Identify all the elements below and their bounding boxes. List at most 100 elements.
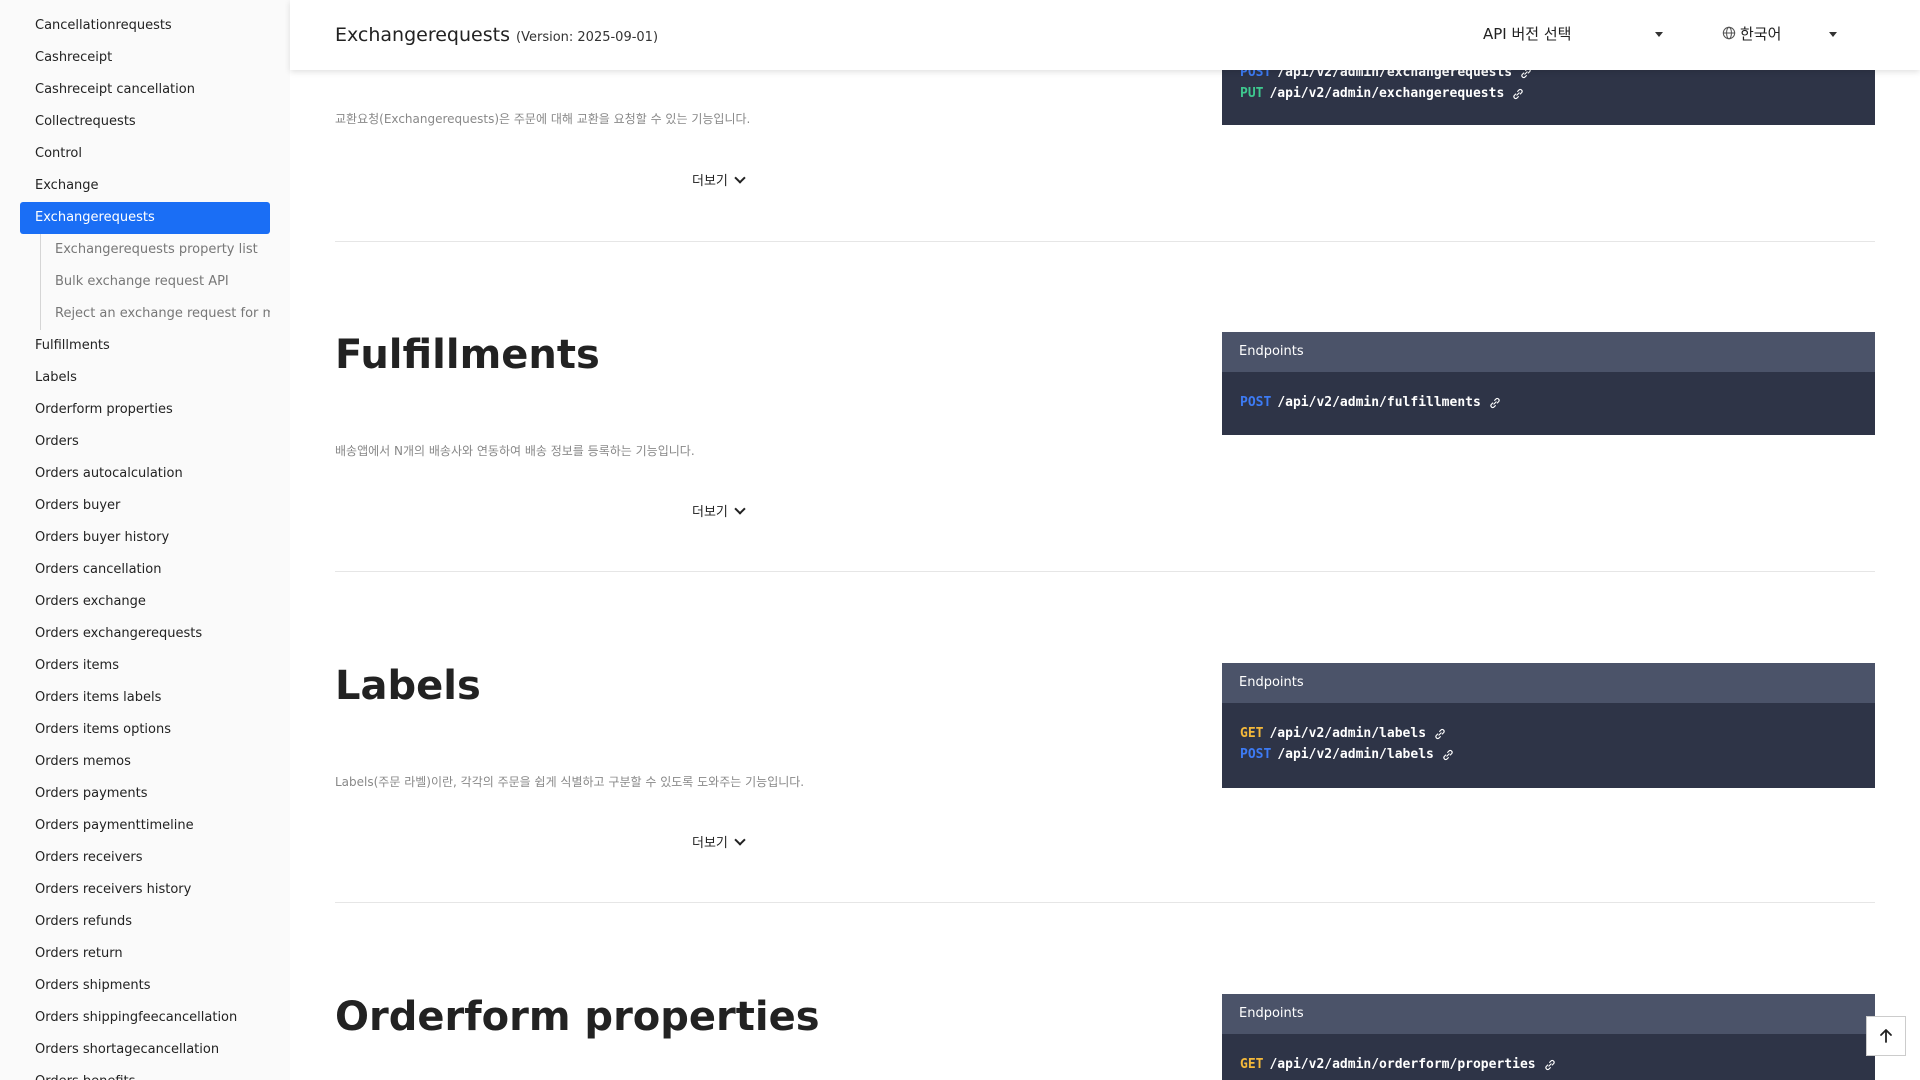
sidebar-item-cashreceipt[interactable]: Cashreceipt — [20, 42, 270, 74]
sidebar-item-orders-memos[interactable]: Orders memos — [20, 746, 270, 778]
sidebar-item-orderform-properties[interactable]: Orderform properties — [20, 394, 270, 426]
link-icon[interactable] — [1442, 749, 1454, 761]
endpoint-row[interactable]: POST/api/v2/admin/fulfillments — [1240, 392, 1857, 413]
more-button[interactable]: 더보기 — [692, 832, 746, 851]
endpoints-header: Endpoints — [1222, 663, 1875, 703]
sidebar-item-orders-return[interactable]: Orders return — [20, 938, 270, 970]
endpoint-row[interactable]: PUT/api/v2/admin/exchangerequests — [1240, 83, 1857, 104]
link-icon[interactable] — [1512, 88, 1524, 100]
endpoint-path: /api/v2/admin/labels — [1269, 726, 1427, 741]
more-label: 더보기 — [692, 505, 728, 520]
sidebar-item-orders-items-options[interactable]: Orders items options — [20, 714, 270, 746]
sidebar-item-orders-buyer-history[interactable]: Orders buyer history — [20, 522, 270, 554]
sidebar-item-orders-benefits[interactable]: Orders benefits — [20, 1066, 270, 1080]
globe-icon — [1722, 26, 1736, 39]
sidebar-item-orders-paymenttimeline[interactable]: Orders paymenttimeline — [20, 810, 270, 842]
sidebar-subitem-bulk-exchange[interactable]: Bulk exchange request API — [20, 266, 270, 298]
sidebar-item-orders-receivers-history[interactable]: Orders receivers history — [20, 874, 270, 906]
section-fulfillments: Fulfillments Endpoints POST/api/v2/admin… — [335, 332, 1875, 572]
sidebar-item-fulfillments[interactable]: Fulfillments — [20, 330, 270, 362]
language-select[interactable]: 한국어 — [1722, 18, 1837, 50]
endpoints-list: GET/api/v2/admin/orderform/properties — [1222, 1034, 1875, 1080]
sidebar-item-orders-receivers[interactable]: Orders receivers — [20, 842, 270, 874]
endpoint-row[interactable]: GET/api/v2/admin/orderform/properties — [1240, 1054, 1857, 1075]
endpoint-path: /api/v2/admin/labels — [1277, 747, 1434, 762]
link-icon[interactable] — [1544, 1059, 1556, 1071]
api-version-select-label: API 버전 선택 — [1483, 25, 1572, 43]
section-description: 교환요청(Exchangerequests)은 주문에 대해 교환을 요청할 수… — [335, 112, 751, 126]
top-header: Exchangerequests (Version: 2025-09-01) A… — [290, 0, 1920, 70]
main-content: POST/api/v2/admin/exchangerequests PUT/a… — [290, 0, 1920, 1080]
link-icon[interactable] — [1489, 397, 1501, 409]
link-icon[interactable] — [1434, 728, 1446, 740]
sidebar-item-orders-shippingfeecancellation[interactable]: Orders shippingfeecancellation — [20, 1002, 270, 1034]
endpoints-panel: Endpoints GET/api/v2/admin/labels POST/a… — [1222, 663, 1875, 788]
endpoints-list: GET/api/v2/admin/labels POST/api/v2/admi… — [1222, 703, 1875, 785]
sidebar-item-orders-shortagecancellation[interactable]: Orders shortagecancellation — [20, 1034, 270, 1066]
sidebar-item-exchange[interactable]: Exchange — [20, 170, 270, 202]
more-label: 더보기 — [692, 836, 728, 851]
sidebar-item-orders-payments[interactable]: Orders payments — [20, 778, 270, 810]
chevron-down-icon — [734, 834, 746, 846]
section-divider — [335, 902, 1875, 903]
endpoint-row[interactable]: GET/api/v2/admin/labels — [1240, 723, 1857, 744]
sidebar-item-control[interactable]: Control — [20, 138, 270, 170]
page-title: Exchangerequests (Version: 2025-09-01) — [335, 0, 658, 73]
arrow-up-icon — [1880, 1029, 1892, 1043]
section-divider — [335, 241, 1875, 242]
page-title-text: Exchangerequests — [335, 24, 510, 46]
sidebar-item-orders-exchange[interactable]: Orders exchange — [20, 586, 270, 618]
sidebar-list: Cancellationrequests Cashreceipt Cashrec… — [20, 10, 270, 1080]
sidebar-item-collectrequests[interactable]: Collectrequests — [20, 106, 270, 138]
section-title: Orderform properties — [335, 994, 820, 1040]
endpoint-row[interactable]: POST/api/v2/admin/labels — [1240, 744, 1857, 765]
section-description: Labels(주문 라벨)이란, 각각의 주문을 쉽게 식별하고 구분할 수 있… — [335, 775, 805, 789]
chevron-down-icon — [734, 172, 746, 184]
more-label: 더보기 — [692, 174, 728, 189]
endpoint-path: /api/v2/admin/exchangerequests — [1269, 86, 1505, 101]
language-select-label: 한국어 — [1740, 25, 1782, 43]
endpoint-method: POST — [1240, 747, 1272, 762]
caret-down-icon — [1829, 32, 1837, 37]
endpoints-header: Endpoints — [1222, 332, 1875, 372]
sidebar-item-orders-cancellation[interactable]: Orders cancellation — [20, 554, 270, 586]
sidebar-subitem-property-list[interactable]: Exchangerequests property list — [20, 234, 270, 266]
version-label: (Version: 2025-09-01) — [516, 30, 659, 45]
sidebar-subitem-reject-exchange[interactable]: Reject an exchange request for multi — [20, 298, 270, 330]
endpoint-method: POST — [1240, 395, 1272, 410]
sidebar-item-orders-shipments[interactable]: Orders shipments — [20, 970, 270, 1002]
api-version-select[interactable]: API 버전 선택 — [1483, 18, 1663, 50]
section-description: 배송앱에서 N개의 배송사와 연동하여 배송 정보를 등록하는 기능입니다. — [335, 444, 695, 458]
endpoints-panel: Endpoints POST/api/v2/admin/fulfillments — [1222, 332, 1875, 435]
sidebar-item-cashreceipt-cancellation[interactable]: Cashreceipt cancellation — [20, 74, 270, 106]
sidebar-item-orders-exchangerequests[interactable]: Orders exchangerequests — [20, 618, 270, 650]
endpoint-path: /api/v2/admin/orderform/properties — [1269, 1057, 1536, 1072]
sidebar-item-cancellationrequests[interactable]: Cancellationrequests — [20, 10, 270, 42]
sidebar-item-orders-refunds[interactable]: Orders refunds — [20, 906, 270, 938]
sidebar-item-orders-items[interactable]: Orders items — [20, 650, 270, 682]
sidebar-item-orders-items-labels[interactable]: Orders items labels — [20, 682, 270, 714]
endpoints-header: Endpoints — [1222, 994, 1875, 1034]
more-button[interactable]: 더보기 — [692, 170, 746, 189]
caret-down-icon — [1655, 32, 1663, 37]
sidebar-item-labels[interactable]: Labels — [20, 362, 270, 394]
section-labels: Labels Endpoints GET/api/v2/admin/labels… — [335, 663, 1875, 903]
endpoints-panel: Endpoints GET/api/v2/admin/orderform/pro… — [1222, 994, 1875, 1080]
scroll-top-button[interactable] — [1866, 1016, 1906, 1056]
section-divider — [335, 571, 1875, 572]
section-title: Labels — [335, 663, 481, 709]
sidebar-item-orders-autocalculation[interactable]: Orders autocalculation — [20, 458, 270, 490]
endpoint-method: GET — [1240, 1057, 1264, 1072]
sidebar-item-orders-buyer[interactable]: Orders buyer — [20, 490, 270, 522]
sidebar-item-orders[interactable]: Orders — [20, 426, 270, 458]
more-button[interactable]: 더보기 — [692, 501, 746, 520]
sidebar-nav: Cancellationrequests Cashreceipt Cashrec… — [0, 0, 290, 1080]
sidebar-item-exchangerequests[interactable]: Exchangerequests — [20, 202, 270, 234]
chevron-down-icon — [734, 503, 746, 515]
section-title: Fulfillments — [335, 332, 600, 378]
endpoint-method: PUT — [1240, 86, 1264, 101]
section-orderform-properties: Orderform properties Endpoints GET/api/v… — [335, 994, 1875, 1080]
endpoint-path: /api/v2/admin/fulfillments — [1277, 395, 1481, 410]
endpoints-list: POST/api/v2/admin/fulfillments — [1222, 372, 1875, 433]
endpoint-method: GET — [1240, 726, 1264, 741]
